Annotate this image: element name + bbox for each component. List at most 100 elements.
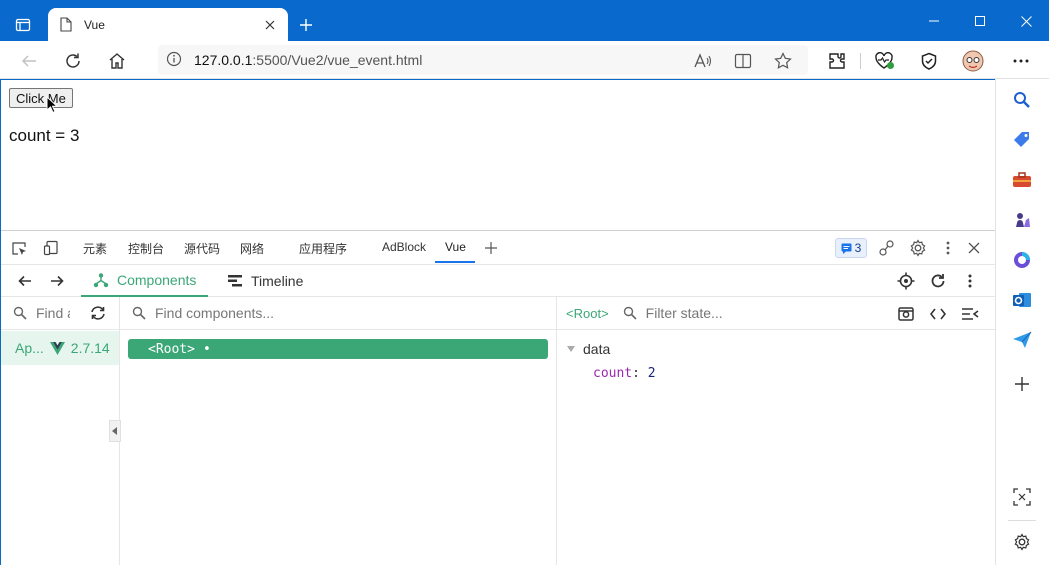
mouse-cursor-icon xyxy=(46,96,58,114)
extensions-icon[interactable] xyxy=(824,48,850,74)
state-section-header[interactable]: data xyxy=(567,341,610,357)
app-search-row: Find a xyxy=(1,297,119,330)
vue-refresh-icon[interactable] xyxy=(929,272,947,290)
vue-devtools-header: Components Timeline xyxy=(1,265,995,297)
search-icon xyxy=(623,306,637,320)
browser-essentials-icon[interactable] xyxy=(916,48,942,74)
add-sidebar-app-icon[interactable] xyxy=(1009,371,1035,397)
read-aloud-icon[interactable] xyxy=(690,48,716,74)
tab-network[interactable]: 网络 xyxy=(240,240,264,257)
screenshot-icon[interactable] xyxy=(1009,484,1035,510)
message-icon xyxy=(841,243,852,254)
find-components-input[interactable]: Find components... xyxy=(155,305,274,321)
selected-dot: • xyxy=(202,341,211,357)
tools-icon[interactable] xyxy=(1009,167,1035,193)
favorite-star-icon[interactable] xyxy=(770,48,796,74)
vue-forward-icon[interactable] xyxy=(48,272,66,290)
caret-down-icon xyxy=(567,346,575,352)
click-me-button[interactable]: Click Me xyxy=(9,88,73,108)
devtools-more-icon[interactable] xyxy=(939,239,957,257)
search-icon[interactable] xyxy=(1009,87,1035,113)
active-tab-indicator xyxy=(435,261,475,263)
tab-title: Vue xyxy=(84,17,105,32)
split-screen-icon[interactable] xyxy=(730,48,756,74)
close-window-icon[interactable] xyxy=(1003,8,1049,34)
copilot-icon[interactable] xyxy=(1009,247,1035,273)
tab-adblock[interactable]: AdBlock xyxy=(382,240,426,254)
expand-state-icon[interactable] xyxy=(961,305,979,323)
state-key: count xyxy=(593,366,633,381)
site-info-icon[interactable] xyxy=(166,51,182,70)
app-list-pane: Find a Ap... 2.7.14 xyxy=(1,297,121,565)
scroll-to-component-icon[interactable] xyxy=(897,305,915,323)
browser-tab[interactable]: Vue xyxy=(48,8,288,41)
timeline-tab-label: Timeline xyxy=(251,273,304,289)
root-component-label: <Root> xyxy=(148,341,195,357)
issues-count: 3 xyxy=(854,241,862,255)
back-icon[interactable] xyxy=(16,48,42,74)
sidebar-divider xyxy=(1008,520,1036,521)
search-icon xyxy=(132,306,146,320)
inspect-element-icon[interactable] xyxy=(10,239,28,257)
profile-avatar-icon[interactable] xyxy=(960,48,986,74)
state-item-count[interactable]: count: 2 xyxy=(593,366,656,381)
address-toolbar: 127.0.0.1:5500/Vue2/vue_event.html xyxy=(0,41,1049,79)
tab-actions-icon[interactable] xyxy=(10,12,36,38)
timeline-icon xyxy=(228,275,242,287)
more-options-icon[interactable] xyxy=(1008,48,1034,74)
health-icon[interactable] xyxy=(872,48,898,74)
components-tab-label: Components xyxy=(117,272,197,288)
component-search-row: Find components... xyxy=(120,297,556,330)
vue-more-icon[interactable] xyxy=(961,272,979,290)
vue-logo-icon xyxy=(49,341,65,355)
tab-sources[interactable]: 源代码 xyxy=(184,240,220,257)
games-icon[interactable] xyxy=(1009,206,1035,232)
new-tab-icon[interactable] xyxy=(294,13,318,37)
url-text[interactable]: 127.0.0.1:5500/Vue2/vue_event.html xyxy=(194,52,422,68)
home-icon[interactable] xyxy=(104,48,130,74)
tab-components[interactable]: Components xyxy=(81,265,209,297)
select-component-icon[interactable] xyxy=(897,272,915,290)
find-app-input[interactable]: Find a xyxy=(36,305,70,321)
title-bar: Vue xyxy=(0,0,1049,41)
close-tab-icon[interactable] xyxy=(262,17,278,33)
vue-version: 2.7.14 xyxy=(70,340,110,356)
toolbar-divider xyxy=(860,53,861,69)
close-devtools-icon[interactable] xyxy=(965,239,983,257)
minimize-icon[interactable] xyxy=(911,8,957,34)
devtools-settings-icon[interactable] xyxy=(909,239,927,257)
state-value[interactable]: 2 xyxy=(648,366,656,381)
inspect-dom-code-icon[interactable] xyxy=(929,305,947,323)
devtools-panel: 元素 控制台 源代码 网络 应用程序 AdBlock Vue 3 Compone… xyxy=(1,230,995,565)
root-component-node[interactable]: <Root> • xyxy=(128,339,548,359)
selected-component-label: <Root> xyxy=(566,305,609,321)
vue-back-icon[interactable] xyxy=(16,272,34,290)
tab-elements[interactable]: 元素 xyxy=(83,240,107,257)
settings-gear-icon[interactable] xyxy=(1009,529,1035,555)
page-viewport: Click Me count = 3 xyxy=(1,80,995,230)
issues-badge[interactable]: 3 xyxy=(835,238,867,258)
tab-vue[interactable]: Vue xyxy=(445,240,466,254)
tab-timeline[interactable]: Timeline xyxy=(215,265,315,297)
filter-state-input[interactable]: Filter state... xyxy=(646,305,723,321)
outlook-icon[interactable] xyxy=(1009,287,1035,313)
edge-sidebar xyxy=(995,79,1049,565)
tab-application[interactable]: 应用程序 xyxy=(299,240,347,257)
devtools-tab-strip: 元素 控制台 源代码 网络 应用程序 AdBlock Vue 3 xyxy=(1,231,995,265)
device-emulation-icon[interactable] xyxy=(42,239,60,257)
refresh-icon[interactable] xyxy=(60,48,86,74)
state-section-label: data xyxy=(583,341,611,357)
shopping-tag-icon[interactable] xyxy=(1009,127,1035,153)
search-icon xyxy=(13,306,27,320)
state-inspector-pane: <Root> Filter state... data count: 2 xyxy=(557,297,995,565)
connections-icon[interactable] xyxy=(878,239,896,257)
add-tool-icon[interactable] xyxy=(482,239,500,257)
maximize-icon[interactable] xyxy=(957,8,1003,34)
app-name: Ap... xyxy=(15,340,44,356)
component-tree-icon xyxy=(93,273,109,288)
page-icon xyxy=(60,16,74,33)
refresh-apps-icon[interactable] xyxy=(90,306,106,320)
app-item[interactable]: Ap... 2.7.14 xyxy=(1,331,119,365)
tab-console[interactable]: 控制台 xyxy=(128,240,164,257)
send-icon[interactable] xyxy=(1009,327,1035,353)
